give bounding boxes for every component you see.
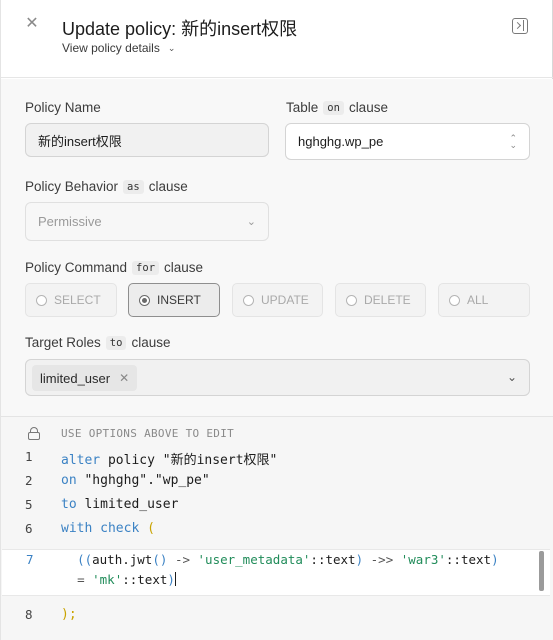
table-label: Table on clause	[286, 100, 388, 115]
active-code-line[interactable]: 7 ((auth.jwt() -> 'user_metadata'::text)…	[2, 549, 550, 596]
role-chip: limited_user ✕	[32, 365, 138, 391]
radio-icon	[36, 294, 47, 306]
code-keyword: to	[61, 497, 77, 512]
code-line: with check (	[61, 521, 155, 536]
policy-name-input[interactable]: 新的insert权限	[25, 123, 269, 157]
code-keyword: alter	[61, 453, 101, 468]
policy-behavior-value: Permissive	[38, 214, 102, 229]
line-number: 6	[25, 521, 33, 536]
target-roles-select[interactable]: limited_user ✕ ⌄	[25, 359, 530, 396]
command-option-all[interactable]: ALL	[438, 283, 530, 317]
code-text: "hghghg"."wp_pe"	[76, 473, 210, 488]
policy-behavior-label-suffix: clause	[148, 179, 188, 194]
text-cursor	[174, 572, 177, 586]
policy-command-label-suffix: clause	[164, 260, 204, 275]
table-select-value: hghghg.wp_pe	[298, 134, 384, 149]
command-option-select[interactable]: SELECT	[25, 283, 117, 317]
line-number: 7	[26, 552, 34, 567]
code-text: limited_user	[76, 497, 179, 512]
command-option-update[interactable]: UPDATE	[232, 283, 323, 317]
target-roles-label-text: Target Roles	[25, 335, 101, 350]
line-number: 2	[25, 473, 33, 488]
policy-behavior-label-text: Policy Behavior	[25, 179, 119, 194]
chevron-updown-icon: ⌃ ⌄	[509, 132, 517, 150]
code-paren: (	[139, 521, 155, 536]
command-option-insert[interactable]: INSERT	[128, 283, 220, 317]
code-line-wrap: = 'mk'::text)	[77, 572, 177, 587]
line-number: 1	[25, 449, 33, 464]
sidebar-collapse-icon[interactable]	[512, 18, 528, 34]
table-label-code: on	[323, 100, 344, 115]
code-line: to limited_user	[61, 497, 178, 512]
policy-name-label: Policy Name	[25, 100, 101, 115]
panel-header: ✕ Update policy: 新的insert权限 View policy …	[1, 0, 553, 78]
command-option-delete[interactable]: DELETE	[335, 283, 426, 317]
sql-preview-editor: USE OPTIONS ABOVE TO EDIT 1 alter policy…	[1, 416, 553, 640]
command-option-label: INSERT	[157, 293, 201, 307]
table-select[interactable]: hghghg.wp_pe ⌃ ⌄	[285, 123, 530, 160]
target-roles-label-code: to	[105, 335, 127, 350]
table-label-text: Table	[286, 100, 319, 115]
command-option-label: SELECT	[54, 293, 101, 307]
close-icon[interactable]: ✕	[23, 15, 41, 33]
edit-notice: USE OPTIONS ABOVE TO EDIT	[61, 427, 235, 440]
view-policy-details-toggle[interactable]: View policy details ⌄	[62, 41, 175, 55]
line-number: 5	[25, 497, 33, 512]
page-title: Update policy: 新的insert权限	[62, 19, 298, 39]
radio-icon	[243, 294, 254, 306]
code-keyword: on	[61, 473, 77, 488]
chevron-down-icon: ⌄	[246, 216, 256, 228]
code-keyword: with check	[61, 521, 140, 536]
code-line: on "hghghg"."wp_pe"	[61, 473, 210, 488]
policy-behavior-select[interactable]: Permissive ⌄	[25, 202, 269, 241]
chevron-down-icon: ⌄	[167, 42, 176, 53]
policy-name-label-text: Policy Name	[25, 100, 101, 115]
remove-role-icon[interactable]: ✕	[119, 371, 129, 385]
radio-icon	[449, 294, 460, 306]
table-label-suffix: clause	[348, 100, 388, 115]
radio-icon	[346, 294, 357, 306]
command-option-label: UPDATE	[261, 293, 309, 307]
lock-icon	[28, 427, 40, 440]
target-roles-label-suffix: clause	[131, 335, 171, 350]
view-policy-details-label: View policy details	[62, 41, 160, 55]
chevron-down-icon: ⌄	[506, 370, 517, 384]
role-chip-label: limited_user	[40, 370, 111, 386]
code-line: alter policy "新的insert权限"	[61, 449, 277, 468]
command-option-label: DELETE	[364, 293, 411, 307]
policy-behavior-label: Policy Behavior as clause	[25, 179, 188, 194]
policy-form: Policy Name 新的insert权限 Table on clause h…	[1, 79, 553, 416]
policy-editor-panel: ✕ Update policy: 新的insert权限 View policy …	[0, 0, 553, 640]
policy-command-label: Policy Command for clause	[25, 260, 203, 275]
line-number: 8	[25, 607, 33, 622]
scrollbar[interactable]	[539, 551, 544, 591]
policy-command-label-code: for	[132, 260, 160, 275]
radio-selected-icon	[139, 294, 150, 306]
policy-behavior-label-code: as	[123, 179, 144, 194]
code-line: ((auth.jwt() -> 'user_metadata'::text) -…	[77, 552, 499, 567]
command-option-label: ALL	[467, 293, 489, 307]
policy-command-label-text: Policy Command	[25, 260, 128, 275]
target-roles-label: Target Roles to clause	[25, 335, 170, 350]
code-line: );	[61, 607, 77, 622]
code-text: policy "新的insert权限"	[100, 453, 278, 468]
